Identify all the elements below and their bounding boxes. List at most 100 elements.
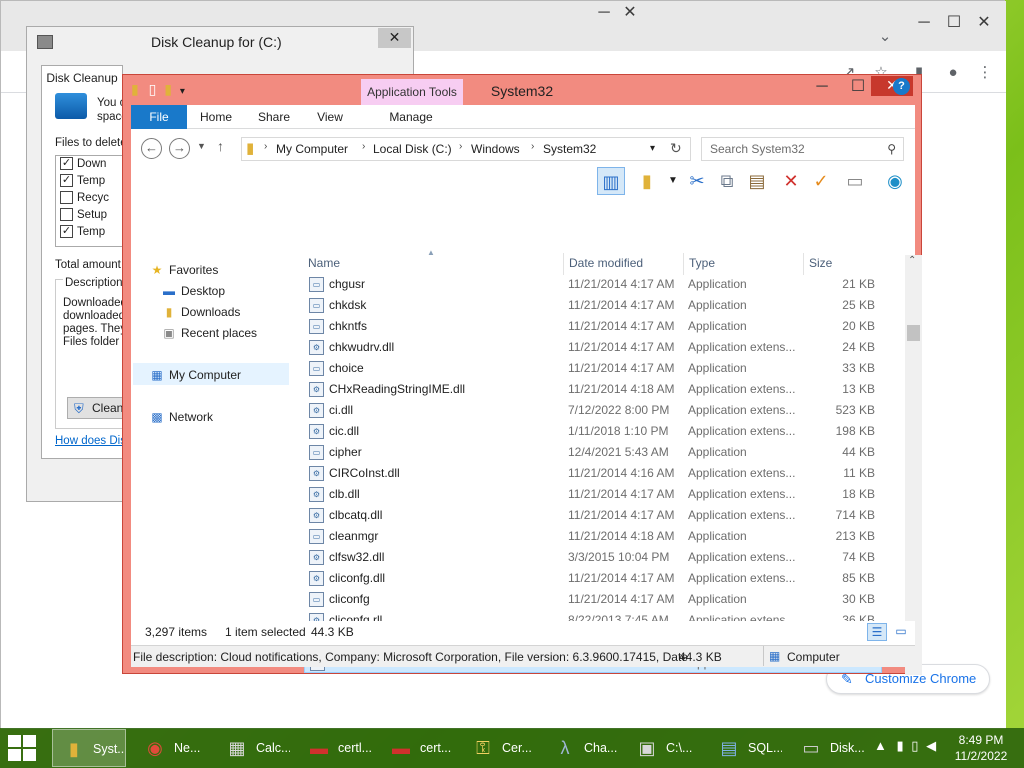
- checkbox[interactable]: [60, 191, 73, 205]
- scrollbar-thumb[interactable]: [907, 325, 920, 341]
- table-row[interactable]: ⚙ clb.dll 11/21/2014 4:17 AM Application ex…: [304, 484, 882, 505]
- table-row[interactable]: ⚙ ci.dll 7/12/2022 8:00 PM Application exte…: [304, 400, 882, 421]
- chevron-down-icon[interactable]: ⌄: [873, 25, 897, 49]
- breadcrumb-system32[interactable]: System32: [543, 142, 596, 156]
- column-date-header[interactable]: Date modified: [569, 256, 643, 270]
- how-does-disk-cleanup-link[interactable]: How does Disk: [55, 435, 132, 447]
- dll-file-icon: ⚙: [309, 403, 324, 418]
- table-row[interactable]: ⚙ chkwudrv.dll 11/21/2014 4:17 AM Applicati…: [304, 337, 882, 358]
- table-row[interactable]: ⚙ CHxReadingStringIME.dll 11/21/2014 4:18 …: [304, 379, 882, 400]
- explorer-maximize-button[interactable]: ☐: [843, 77, 873, 97]
- delete-icon[interactable]: ✕: [777, 167, 805, 195]
- search-input[interactable]: Search System32 ⚲: [701, 137, 904, 161]
- chrome-minimize-button[interactable]: ─: [909, 13, 939, 33]
- profile-avatar-icon[interactable]: ●: [941, 61, 965, 85]
- column-size-header[interactable]: Size: [809, 256, 832, 270]
- address-bar[interactable]: ▮ › My Computer › Local Disk (C:) › Wind…: [241, 137, 691, 161]
- column-name-header[interactable]: Name: [308, 256, 340, 270]
- breadcrumb-windows[interactable]: Windows: [471, 142, 520, 156]
- nav-favorites[interactable]: ★ Favorites: [149, 263, 219, 277]
- breadcrumb-local-disk[interactable]: Local Disk (C:): [373, 142, 452, 156]
- table-row[interactable]: ⚙ CIRCoInst.dll 11/21/2014 4:16 AM Applicat…: [304, 463, 882, 484]
- description-line: pages. They: [63, 323, 127, 335]
- cut-icon[interactable]: ✂: [683, 167, 711, 195]
- checkbox[interactable]: ✓: [60, 225, 73, 239]
- taskbar-button[interactable]: ▭ Disk...: [790, 729, 864, 767]
- help-icon[interactable]: ?: [893, 78, 910, 95]
- network-tray-icon[interactable]: ▮: [897, 738, 904, 753]
- taskbar-button[interactable]: ▮ Syst...: [52, 729, 126, 767]
- nav-my-computer[interactable]: ▦ My Computer: [149, 368, 241, 382]
- table-row[interactable]: ⚙ cliconfg.dll 11/21/2014 4:17 AM Applicati…: [304, 568, 882, 589]
- ribbon-tabs: File Home Share View Manage: [131, 105, 915, 129]
- back-button[interactable]: ←: [141, 138, 162, 159]
- checkbox[interactable]: [60, 208, 73, 222]
- nav-desktop[interactable]: ▬ Desktop: [161, 284, 225, 298]
- scroll-up-icon[interactable]: ⌃: [908, 255, 916, 266]
- taskbar-button-label: cert...: [420, 741, 452, 755]
- table-row[interactable]: ▭ cipher 12/4/2021 5:43 AM Application 44 KB: [304, 442, 882, 463]
- tab-share[interactable]: Share: [249, 105, 299, 129]
- breadcrumb-my-computer[interactable]: My Computer: [276, 142, 348, 156]
- forward-button[interactable]: →: [169, 138, 190, 159]
- file-date: 11/21/2014 4:17 AM: [568, 340, 675, 354]
- refresh-icon[interactable]: ↻: [670, 140, 682, 157]
- folder-options-icon[interactable]: ▮: [633, 167, 661, 195]
- properties-icon[interactable]: ▭: [841, 167, 869, 195]
- vertical-scrollbar[interactable]: ⌃ ⌄: [905, 255, 922, 675]
- tab-file[interactable]: File: [131, 105, 187, 129]
- table-row[interactable]: ▭ chgusr 11/21/2014 4:17 AM Application 21 K…: [304, 274, 882, 295]
- address-dropdown-chevron-icon[interactable]: ▾: [650, 143, 655, 154]
- table-row[interactable]: ⚙ clfsw32.dll 3/3/2015 10:04 PM Application…: [304, 547, 882, 568]
- disk-cleanup-title: Disk Cleanup for (C:): [151, 34, 282, 50]
- nav-network[interactable]: ▩ Network: [149, 410, 213, 424]
- taskbar-button[interactable]: ▬ cert...: [380, 729, 454, 767]
- disk-cleanup-close-button[interactable]: ✕: [378, 28, 411, 48]
- table-row[interactable]: ▭ cliconfg 11/21/2014 4:17 AM Application 30…: [304, 589, 882, 610]
- table-row[interactable]: ⚙ cic.dll 1/11/2018 1:10 PM Application ext…: [304, 421, 882, 442]
- column-divider[interactable]: [563, 253, 564, 275]
- recent-locations-chevron-icon[interactable]: ▼: [197, 141, 206, 151]
- tab-manage[interactable]: Manage: [379, 105, 443, 129]
- taskbar-button[interactable]: λ Cha...: [544, 729, 618, 767]
- table-row[interactable]: ▭ choice 11/21/2014 4:17 AM Application 33 K…: [304, 358, 882, 379]
- large-icons-view-icon[interactable]: ▭: [891, 623, 911, 641]
- start-button[interactable]: [8, 735, 38, 761]
- chrome-close-button[interactable]: ✕: [969, 13, 999, 33]
- tab-view[interactable]: View: [305, 105, 355, 129]
- taskbar-button[interactable]: ▤ SQL...: [708, 729, 782, 767]
- table-row[interactable]: ⚙ clbcatq.dll 11/21/2014 4:17 AM Applicatio…: [304, 505, 882, 526]
- preview-pane-icon[interactable]: ▥: [597, 167, 625, 195]
- nav-recent-places[interactable]: ▣ Recent places: [161, 326, 257, 340]
- volume-icon[interactable]: ◀: [926, 738, 936, 753]
- table-row[interactable]: ▭ chkdsk 11/21/2014 4:17 AM Application 25 K…: [304, 295, 882, 316]
- explorer-minimize-button[interactable]: ─: [807, 77, 837, 97]
- column-divider[interactable]: [683, 253, 684, 275]
- column-type-header[interactable]: Type: [689, 256, 715, 270]
- up-arrow-icon[interactable]: ↑: [217, 138, 224, 154]
- power-tray-icon[interactable]: ▯: [911, 738, 918, 753]
- taskbar-button[interactable]: ▣ C:\...: [626, 729, 700, 767]
- copy-icon[interactable]: ⧉: [713, 167, 741, 195]
- taskbar-button[interactable]: ⚿ Cer...: [462, 729, 536, 767]
- rename-icon[interactable]: ✓: [807, 167, 835, 195]
- nav-downloads[interactable]: ▮ Downloads: [161, 305, 241, 319]
- table-row[interactable]: ▭ chkntfs 11/21/2014 4:17 AM Application 20 …: [304, 316, 882, 337]
- taskbar-button[interactable]: ▦ Calc...: [216, 729, 290, 767]
- column-divider[interactable]: [803, 253, 804, 275]
- taskbar-clock[interactable]: 8:49 PM 11/2/2022: [946, 732, 1016, 764]
- chrome-close-button[interactable]: ✕: [615, 3, 645, 23]
- chrome-maximize-button[interactable]: ☐: [939, 13, 969, 33]
- taskbar-button[interactable]: ▬ certl...: [298, 729, 372, 767]
- tab-home[interactable]: Home: [191, 105, 241, 129]
- chrome-menu-icon[interactable]: ⋮: [973, 61, 997, 85]
- tab-disk-cleanup[interactable]: Disk Cleanup: [41, 65, 123, 90]
- paste-icon[interactable]: ▤: [743, 167, 771, 195]
- table-row[interactable]: ▭ cleanmgr 11/21/2014 4:18 AM Application 21…: [304, 526, 882, 547]
- details-view-icon[interactable]: ☰: [867, 623, 887, 641]
- checkbox[interactable]: ✓: [60, 157, 73, 171]
- taskbar-button[interactable]: ◉ Ne...: [134, 729, 208, 767]
- show-hidden-icons-icon[interactable]: ▲: [874, 738, 887, 753]
- checkbox[interactable]: ✓: [60, 174, 73, 188]
- globe-icon[interactable]: ◉: [881, 167, 909, 195]
